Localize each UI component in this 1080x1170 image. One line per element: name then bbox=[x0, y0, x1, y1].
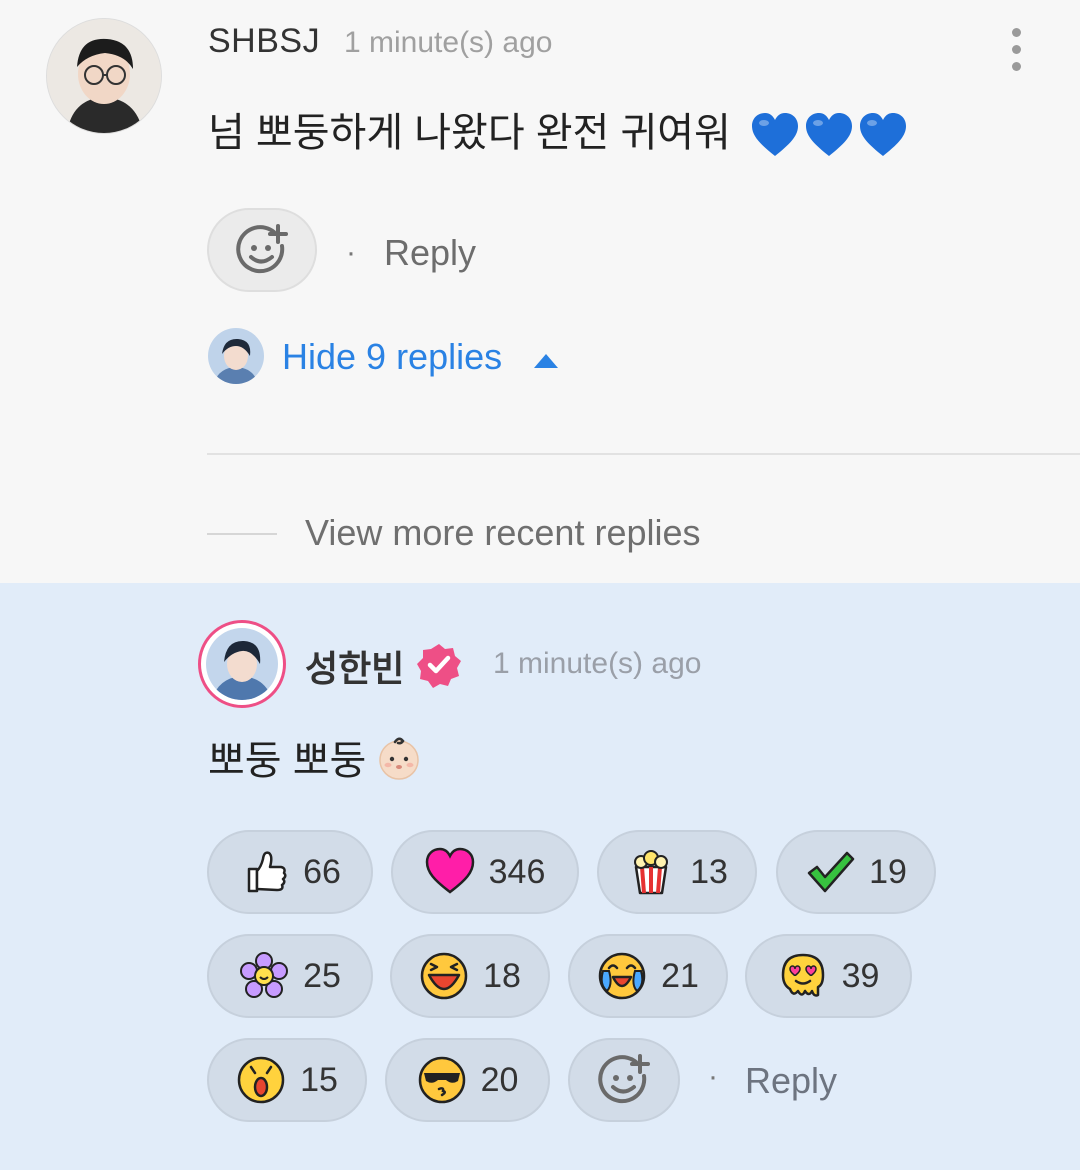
reply-button[interactable]: Reply bbox=[384, 232, 476, 274]
comment-timestamp: 1 minute(s) ago bbox=[344, 26, 553, 59]
reaction-chip[interactable]: 15 bbox=[207, 1038, 367, 1122]
reaction-chip[interactable]: 66 bbox=[207, 830, 373, 914]
reply-text: 뽀둥 뽀둥 bbox=[208, 728, 421, 791]
reaction-count: 21 bbox=[661, 956, 699, 995]
divider bbox=[207, 453, 1080, 455]
reaction-count: 66 bbox=[303, 852, 341, 891]
surprised-face-icon bbox=[237, 1056, 285, 1104]
reaction-chip[interactable]: 39 bbox=[745, 934, 912, 1018]
separator-dot: · bbox=[708, 1060, 718, 1093]
blue-heart-icon bbox=[751, 113, 798, 157]
flower-icon bbox=[240, 952, 289, 998]
laughing-face-icon bbox=[420, 952, 468, 1000]
reaction-count: 20 bbox=[480, 1060, 519, 1099]
comment-text: 넘 뽀둥하게 나왔다 완전 귀여워 bbox=[208, 100, 912, 158]
add-reaction-button[interactable] bbox=[568, 1038, 680, 1122]
reaction-count: 15 bbox=[300, 1060, 338, 1099]
reaction-count: 39 bbox=[841, 956, 880, 995]
reaction-count: 25 bbox=[303, 956, 341, 995]
replier-avatar[interactable] bbox=[198, 620, 286, 708]
view-more-replies-link[interactable]: View more recent replies bbox=[305, 512, 701, 554]
blue-hearts-emoji bbox=[750, 111, 912, 157]
hide-replies-toggle[interactable]: Hide 9 replies bbox=[282, 336, 502, 378]
reaction-chip[interactable]: 25 bbox=[207, 934, 373, 1018]
reaction-chip[interactable]: 21 bbox=[568, 934, 728, 1018]
add-reaction-button[interactable] bbox=[207, 208, 317, 292]
blue-heart-icon bbox=[805, 113, 852, 157]
reaction-chip[interactable]: 13 bbox=[597, 830, 757, 914]
heart-icon bbox=[425, 847, 474, 894]
commenter-username[interactable]: SHBSJ bbox=[208, 22, 320, 61]
blue-heart-icon bbox=[859, 113, 906, 157]
check-icon bbox=[807, 851, 855, 893]
reply-text-body: 뽀둥 뽀둥 bbox=[208, 739, 367, 783]
popcorn-icon bbox=[634, 850, 669, 895]
separator-dot: · bbox=[346, 236, 356, 269]
commenter-avatar[interactable] bbox=[46, 18, 162, 134]
sunglasses-kiss-icon bbox=[418, 1056, 465, 1104]
thumbs-up-icon bbox=[247, 851, 287, 893]
reaction-chip[interactable]: 19 bbox=[776, 830, 936, 914]
melting-love-icon bbox=[781, 953, 824, 997]
comment-text-body: 넘 뽀둥하게 나왔다 완전 귀여워 bbox=[208, 111, 731, 155]
reply-button[interactable]: Reply bbox=[745, 1060, 837, 1102]
more-options-icon[interactable] bbox=[1000, 26, 1034, 74]
smiley-plus-icon bbox=[598, 1054, 650, 1104]
baby-face-emoji bbox=[377, 735, 421, 791]
crying-laugh-icon bbox=[598, 952, 646, 1000]
reaction-count: 346 bbox=[488, 852, 546, 891]
thread-line bbox=[207, 533, 277, 535]
caret-up-icon[interactable] bbox=[534, 354, 558, 368]
replier-username[interactable]: 성한빈 bbox=[305, 640, 404, 692]
reaction-count: 13 bbox=[690, 852, 728, 891]
reaction-chip[interactable]: 346 bbox=[391, 830, 579, 914]
reaction-chip[interactable]: 20 bbox=[385, 1038, 550, 1122]
reaction-count: 18 bbox=[483, 956, 521, 995]
reaction-chip[interactable]: 18 bbox=[390, 934, 550, 1018]
reaction-count: 19 bbox=[869, 852, 907, 891]
replier-mini-avatar bbox=[208, 328, 264, 384]
verified-badge-icon bbox=[416, 642, 462, 693]
reply-timestamp: 1 minute(s) ago bbox=[493, 647, 702, 680]
smiley-plus-icon bbox=[236, 224, 288, 274]
